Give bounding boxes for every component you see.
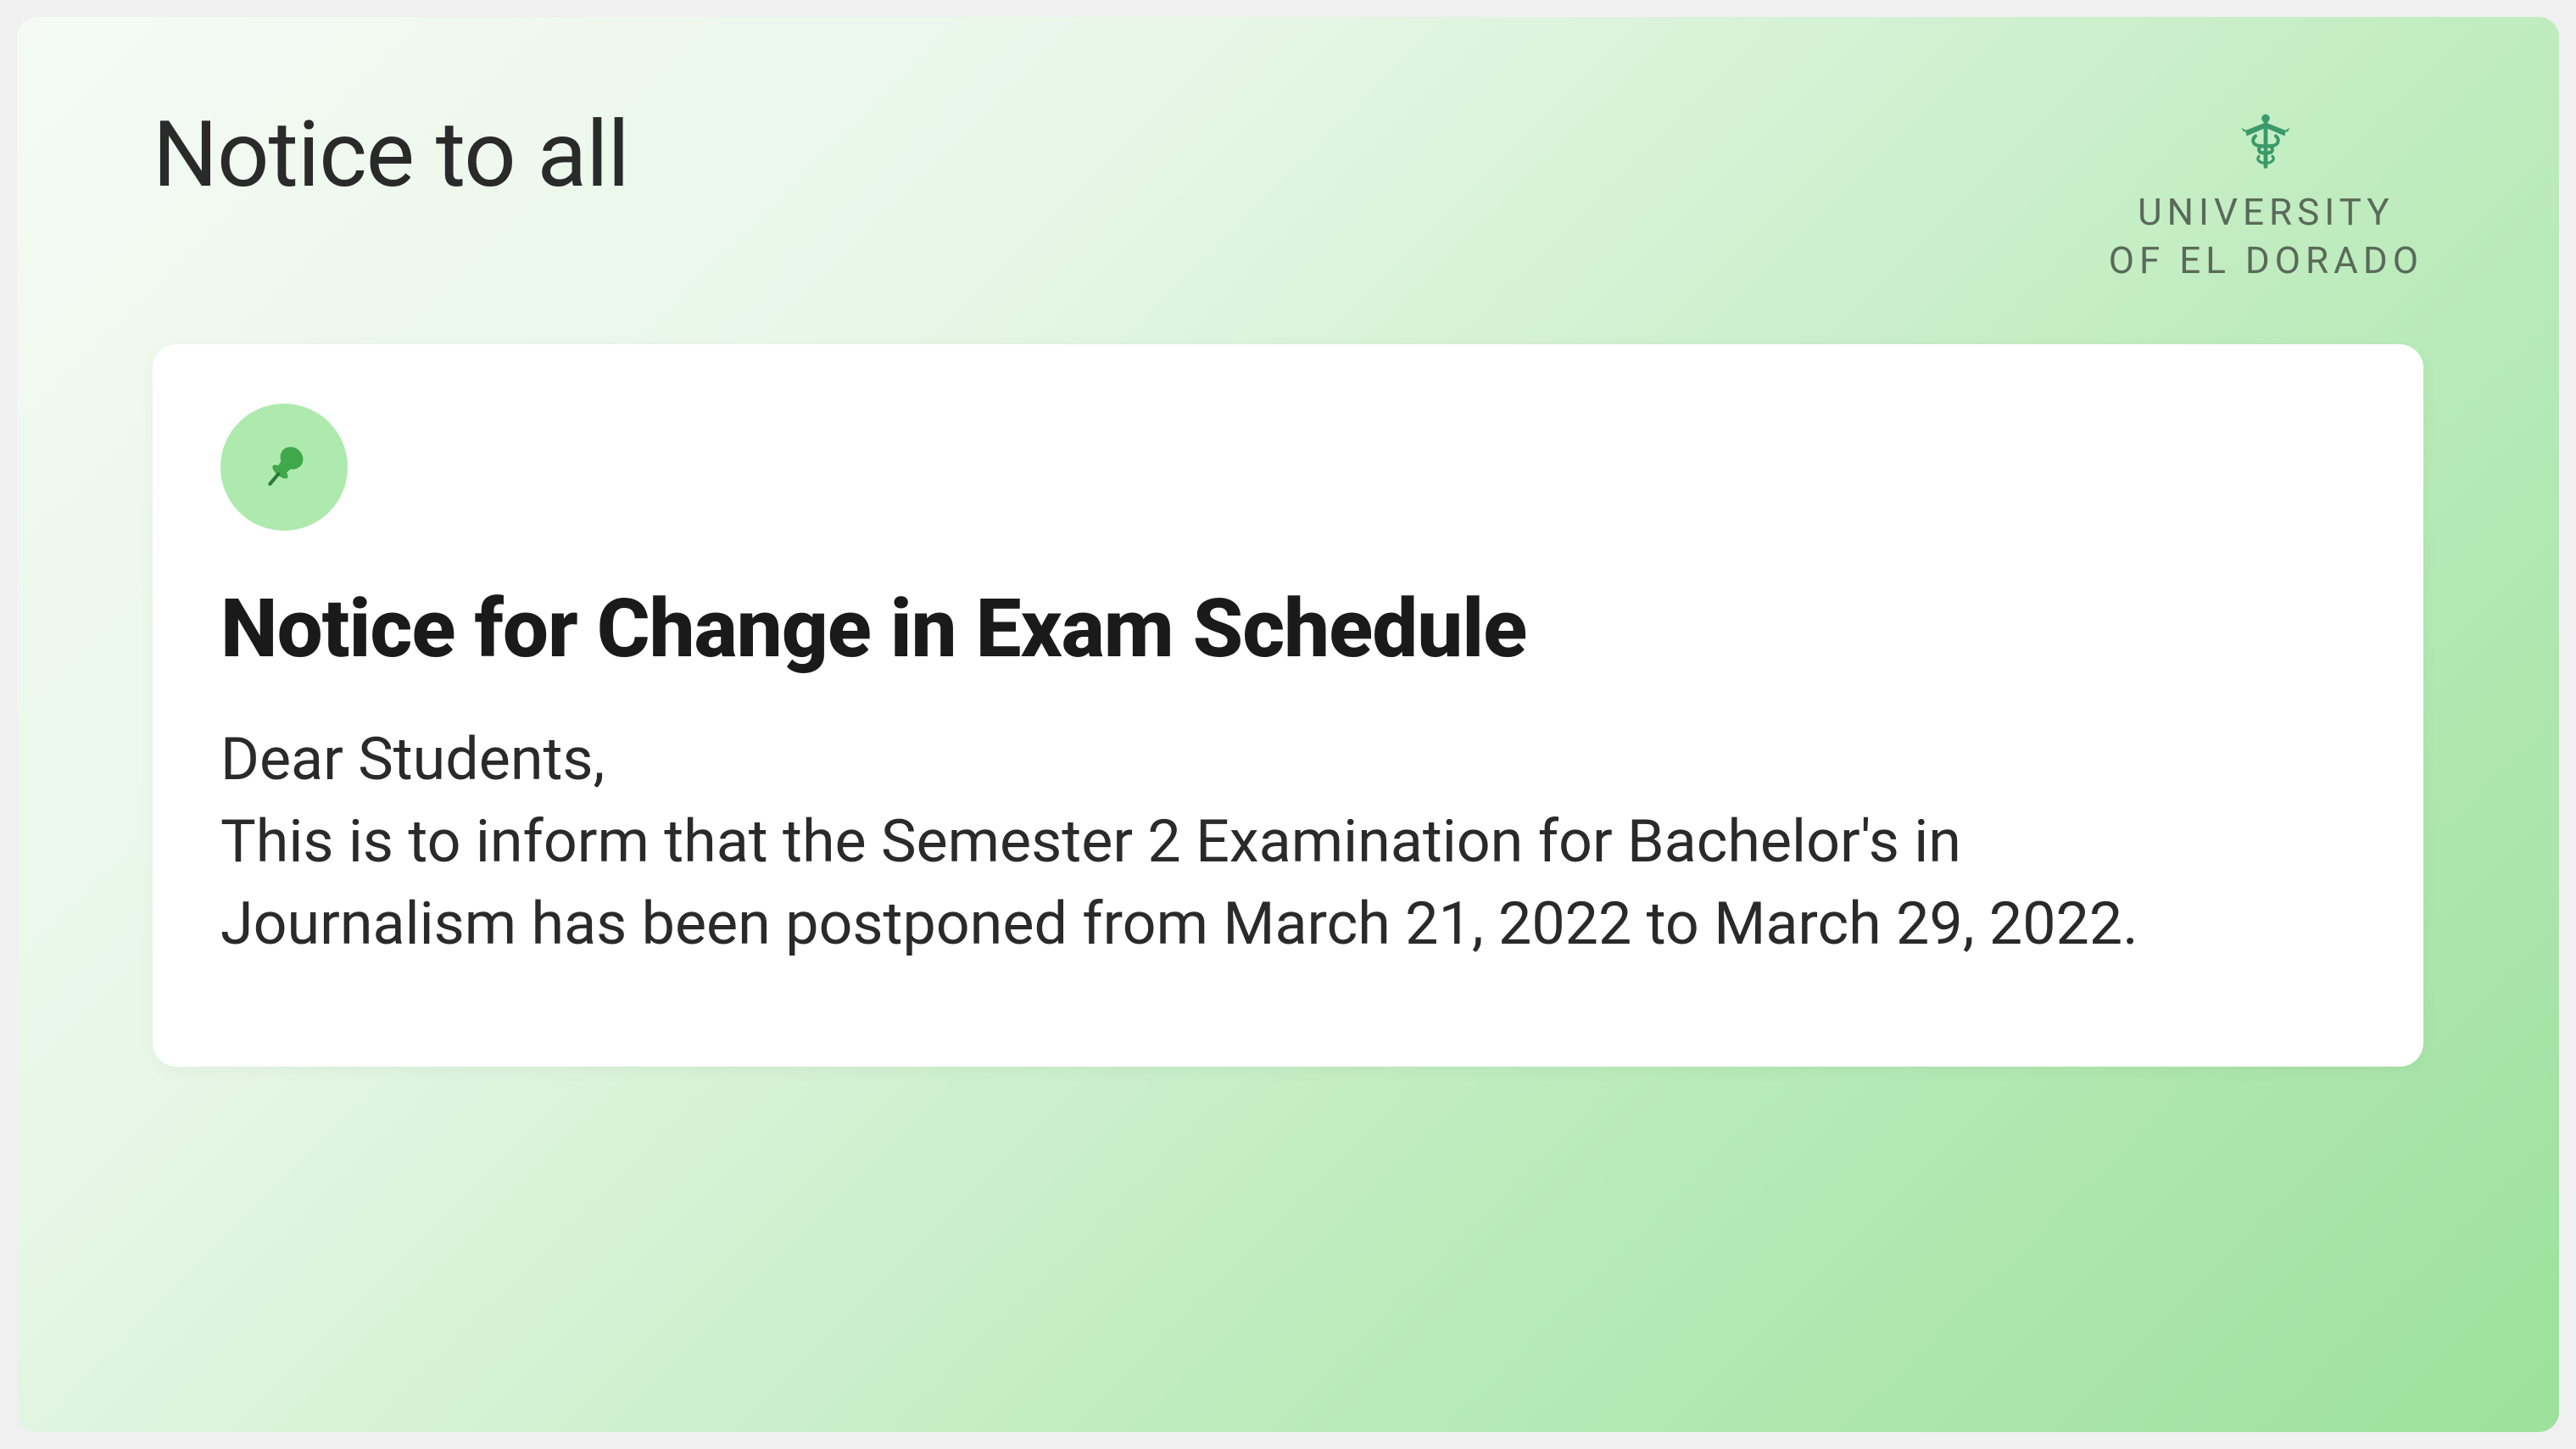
pin-icon <box>254 437 314 497</box>
header-row: Notice to all <box>153 102 2423 285</box>
slide-container: Notice to all <box>17 17 2559 1432</box>
notice-title: Notice for Change in Exam Schedule <box>220 582 2356 677</box>
notice-body: Dear Students, This is to inform that th… <box>220 719 2255 965</box>
caduceus-icon <box>2232 110 2300 178</box>
notice-text: This is to inform that the Semester 2 Ex… <box>220 801 2255 965</box>
university-name: UNIVERSITY OF EL DORADO <box>2109 188 2423 285</box>
university-logo-block: UNIVERSITY OF EL DORADO <box>2109 102 2423 285</box>
university-name-line2: OF EL DORADO <box>2109 237 2423 285</box>
university-name-line1: UNIVERSITY <box>2109 188 2423 237</box>
page-title: Notice to all <box>153 102 629 209</box>
pin-badge <box>220 404 348 531</box>
notice-salutation: Dear Students, <box>220 719 2255 801</box>
notice-card: Notice for Change in Exam Schedule Dear … <box>153 344 2423 1067</box>
